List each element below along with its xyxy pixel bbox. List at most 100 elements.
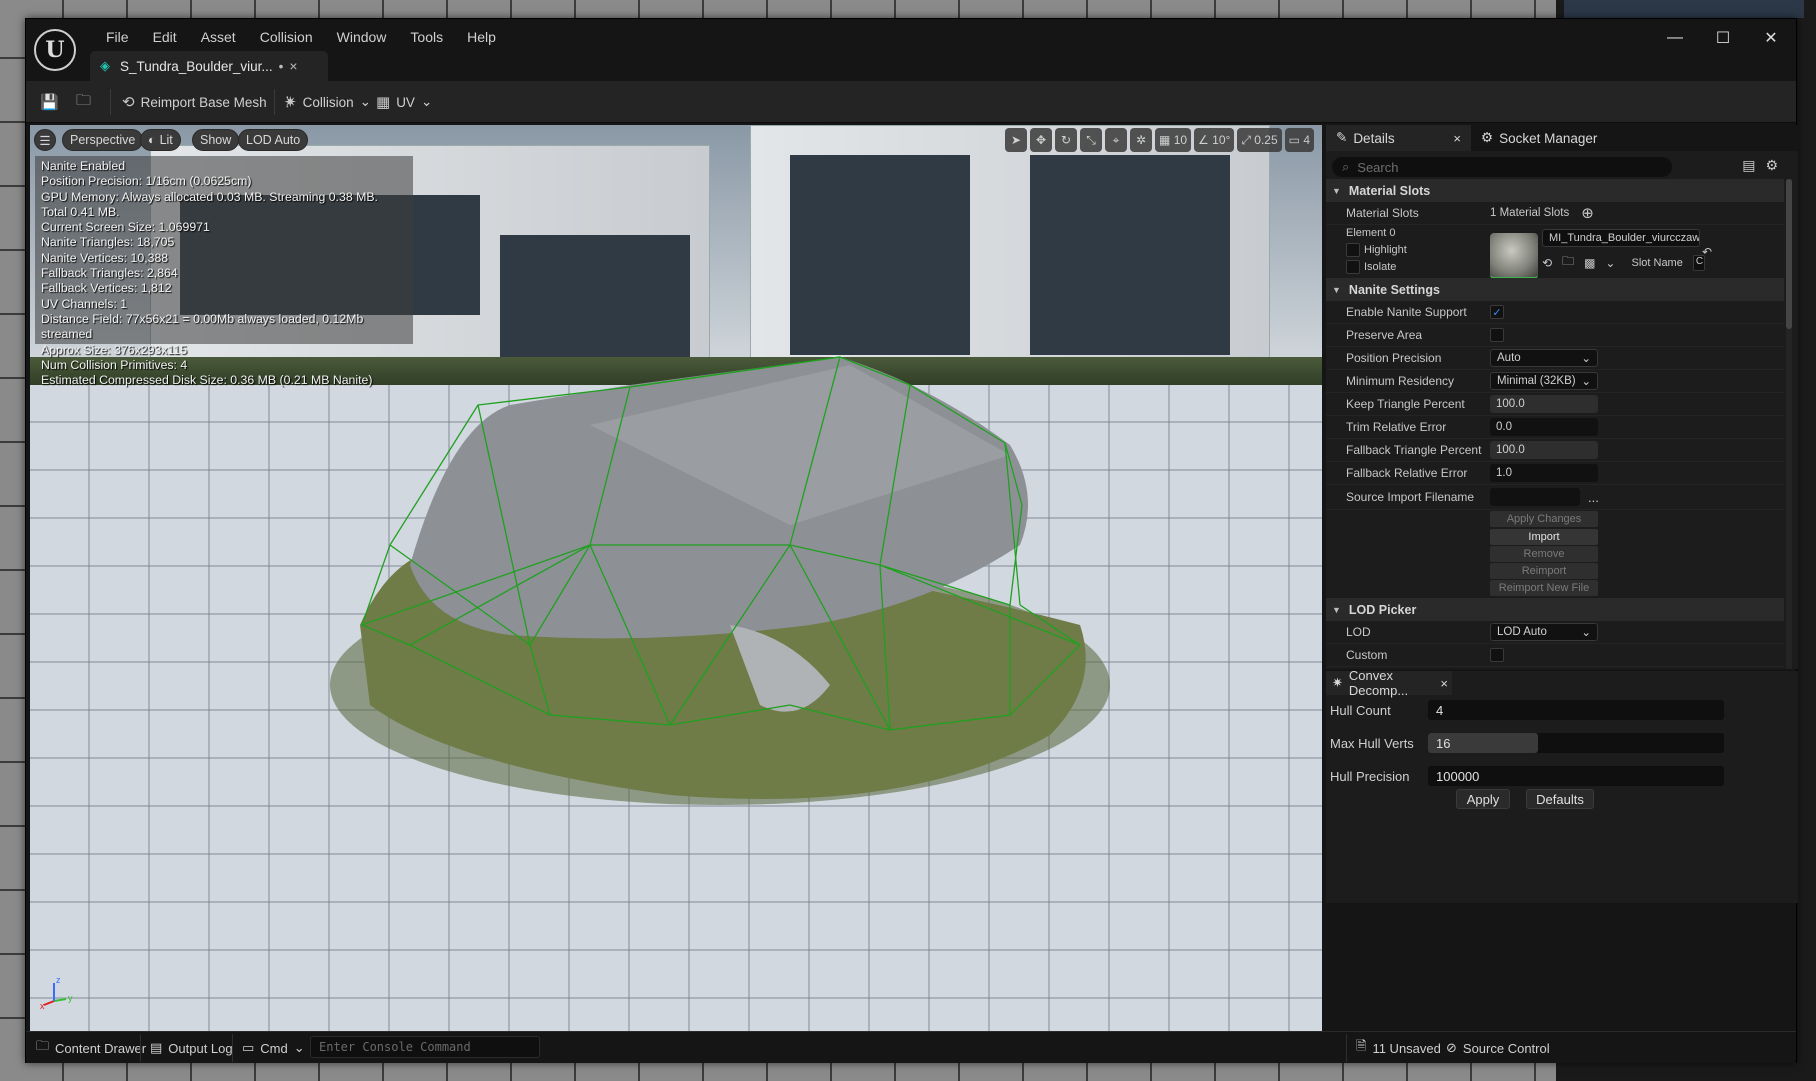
- remove-button[interactable]: Remove: [1490, 546, 1598, 562]
- max-hull-verts-label: Max Hull Verts: [1330, 735, 1414, 751]
- perspective-button[interactable]: Perspective: [62, 129, 144, 151]
- close-tab-icon[interactable]: ×: [1440, 676, 1448, 691]
- keep-triangle-percent-input[interactable]: 100.0: [1490, 395, 1598, 413]
- cmd-dropdown[interactable]: ▭ Cmd ⌄: [242, 1036, 305, 1060]
- source-import-filename-input[interactable]: [1490, 488, 1580, 506]
- tab-socket-manager[interactable]: ⚙ Socket Manager: [1471, 125, 1607, 151]
- details-search-input[interactable]: ⌕ Search: [1332, 157, 1672, 177]
- menu-collision[interactable]: Collision: [248, 25, 325, 49]
- use-selected-icon[interactable]: ⟲: [1542, 256, 1552, 270]
- row-material-slots: Material Slots 1 Material Slots ⊕: [1326, 202, 1784, 225]
- menu-window[interactable]: Window: [325, 25, 399, 49]
- lod-auto-button[interactable]: LOD Auto: [238, 129, 309, 151]
- unreal-logo-icon[interactable]: U: [34, 29, 76, 71]
- viewport-transform-tools: ➤ ✥ ↻ ⤡ ⌖ ✲ ▦ 10 ∠ 10° ⤢ 0.25 ▭ 4: [1005, 128, 1314, 152]
- menu-tools[interactable]: Tools: [398, 25, 455, 49]
- gear-icon[interactable]: ⚙: [1765, 157, 1778, 174]
- fallback-triangle-percent-input[interactable]: 100.0: [1490, 441, 1598, 459]
- hull-precision-input[interactable]: 100000: [1428, 766, 1724, 786]
- tab-convex-decomposition[interactable]: ✷ Convex Decomp... ×: [1326, 668, 1452, 698]
- preserve-area-checkbox[interactable]: [1490, 328, 1504, 342]
- row-enable-nanite: Enable Nanite Support ✓: [1326, 301, 1784, 324]
- scale-tool-icon[interactable]: ⤡: [1080, 128, 1102, 152]
- hull-count-input[interactable]: 4: [1428, 700, 1724, 720]
- tab-details[interactable]: ✎ Details ×: [1326, 125, 1471, 151]
- reimport-new-file-button[interactable]: Reimport New File: [1490, 580, 1598, 596]
- lod-dropdown[interactable]: LOD Auto ⌄: [1490, 623, 1598, 641]
- apply-changes-button[interactable]: Apply Changes: [1490, 511, 1598, 527]
- unsaved-button[interactable]: 🗎 11 Unsaved: [1356, 1036, 1441, 1060]
- console-command-input[interactable]: Enter Console Command: [310, 1036, 540, 1058]
- chevron-down-icon[interactable]: ⌄: [1605, 256, 1615, 270]
- cmd-label: Cmd: [260, 1040, 288, 1056]
- output-log-button[interactable]: ▤ Output Log: [150, 1036, 233, 1060]
- dropdown-value: LOD Auto: [1497, 626, 1547, 638]
- reimport-base-mesh-button[interactable]: ⟲ Reimport Base Mesh ⋮: [122, 90, 294, 114]
- menu-edit[interactable]: Edit: [141, 25, 189, 49]
- viewport[interactable]: ☰ Perspective ◐ Lit Show LOD Auto ➤ ✥ ↻ …: [30, 125, 1322, 1031]
- camera-speed-button[interactable]: ▭ 4: [1284, 128, 1314, 152]
- custom-checkbox[interactable]: [1490, 648, 1504, 662]
- uv-dropdown[interactable]: ▦ UV ⌄: [376, 90, 432, 114]
- enable-nanite-checkbox[interactable]: ✓: [1490, 305, 1504, 319]
- collision-dropdown[interactable]: ✷ Collision ⌄: [284, 90, 371, 114]
- checker-icon[interactable]: ▩: [1584, 256, 1595, 270]
- select-tool-icon[interactable]: ➤: [1005, 128, 1027, 152]
- lit-button[interactable]: ◐ Lit: [140, 129, 181, 151]
- maximize-icon[interactable]: ☐: [1706, 25, 1740, 51]
- details-scrollbar[interactable]: [1786, 179, 1792, 669]
- reimport-button[interactable]: Reimport: [1490, 563, 1598, 579]
- scrollbar-thumb[interactable]: [1786, 179, 1792, 329]
- scale-snap-button[interactable]: ⤢ 0.25: [1237, 128, 1282, 152]
- menu-asset[interactable]: Asset: [189, 25, 248, 49]
- close-tab-icon[interactable]: ×: [1453, 131, 1461, 146]
- apply-button[interactable]: Apply: [1456, 789, 1510, 809]
- scale-snap-icon: ⤢: [1241, 132, 1251, 147]
- isolate-checkbox[interactable]: [1346, 260, 1360, 274]
- surface-snap-icon[interactable]: ✲: [1130, 128, 1152, 152]
- add-icon[interactable]: ⊕: [1581, 204, 1594, 222]
- menu-file[interactable]: File: [94, 25, 141, 49]
- minimize-icon[interactable]: —: [1658, 25, 1692, 51]
- defaults-button[interactable]: Defaults: [1526, 789, 1594, 809]
- fallback-relative-error-input[interactable]: 1.0: [1490, 464, 1598, 482]
- highlight-checkbox[interactable]: [1346, 243, 1360, 257]
- material-asset-picker[interactable]: MI_Tundra_Boulder_viurcczaw_4K: [1542, 229, 1700, 247]
- position-precision-dropdown[interactable]: Auto ⌄: [1490, 349, 1598, 367]
- trim-relative-error-input[interactable]: 0.0: [1490, 418, 1598, 436]
- content-drawer-button[interactable]: 🗀 Content Drawer: [36, 1036, 146, 1060]
- asset-tab[interactable]: ◈ S_Tundra_Boulder_viur... • ×: [90, 51, 328, 81]
- tab-details-label: Details: [1353, 130, 1395, 146]
- viewport-options-menu-icon[interactable]: ☰: [34, 129, 56, 151]
- console-placeholder: Enter Console Command: [319, 1040, 471, 1054]
- menu-help[interactable]: Help: [455, 25, 508, 49]
- table-view-icon[interactable]: ▤: [1742, 157, 1755, 174]
- more-options-button[interactable]: ...: [1588, 490, 1599, 505]
- close-window-icon[interactable]: ✕: [1754, 25, 1788, 51]
- save-icon[interactable]: 💾: [40, 90, 59, 114]
- row-hull-precision: Hull Precision 100000: [1326, 765, 1798, 787]
- section-lod-picker[interactable]: ▼ LOD Picker: [1326, 598, 1784, 621]
- scale-snap-value: 0.25: [1254, 133, 1278, 147]
- rotation-snap-button[interactable]: ∠ 10°: [1194, 128, 1235, 152]
- browse-icon[interactable]: 🗀: [1562, 252, 1574, 273]
- row-max-hull-verts: Max Hull Verts 16: [1326, 732, 1798, 754]
- rotation-snap-value: 10°: [1212, 133, 1231, 147]
- section-nanite-settings[interactable]: ▼ Nanite Settings: [1326, 278, 1784, 301]
- section-material-slots[interactable]: ▼ Material Slots: [1326, 179, 1784, 202]
- grid-snap-button[interactable]: ▦ 10: [1155, 128, 1192, 152]
- material-thumbnail[interactable]: [1490, 233, 1538, 279]
- show-button[interactable]: Show: [192, 129, 240, 151]
- max-hull-verts-slider[interactable]: 16: [1428, 733, 1724, 753]
- status-separator: [232, 1034, 233, 1062]
- browse-asset-icon[interactable]: 🗀: [76, 90, 91, 114]
- reset-arrow-icon[interactable]: ↶: [1702, 245, 1712, 259]
- close-tab-icon[interactable]: ×: [289, 58, 297, 74]
- stat-line: Approx Size: 376x293x115: [41, 342, 188, 357]
- minimum-residency-dropdown[interactable]: Minimal (32KB) ⌄: [1490, 372, 1598, 390]
- rotate-tool-icon[interactable]: ↻: [1055, 128, 1077, 152]
- source-control-button[interactable]: ⊘ Source Control: [1446, 1036, 1550, 1060]
- translate-tool-icon[interactable]: ✥: [1030, 128, 1052, 152]
- import-button[interactable]: Import: [1490, 529, 1598, 545]
- coordinate-space-icon[interactable]: ⌖: [1105, 128, 1127, 152]
